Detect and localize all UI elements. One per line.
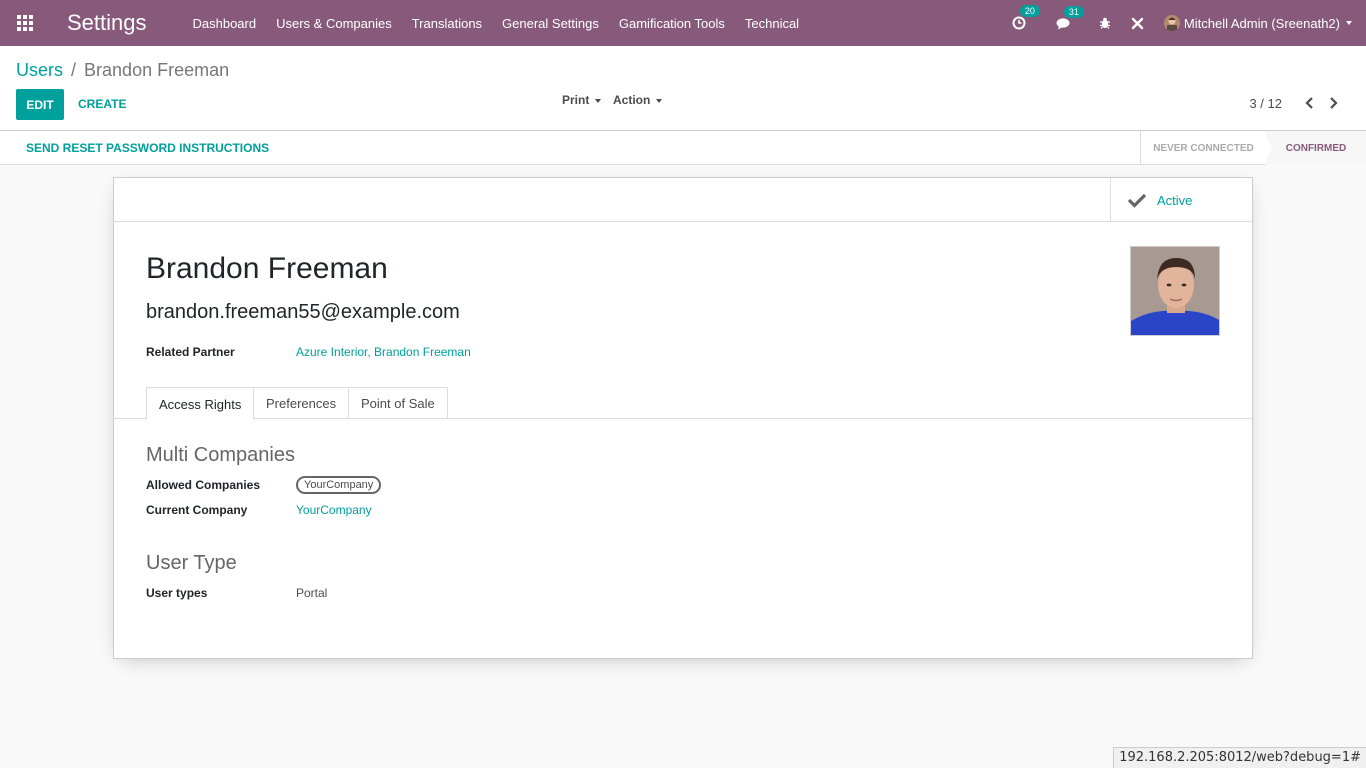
clock-icon	[1012, 16, 1026, 30]
pager: 3 / 12	[1249, 95, 1342, 111]
user-name: Mitchell Admin (Sreenath2)	[1183, 15, 1340, 31]
tab-point-of-sale[interactable]: Point of Sale	[348, 387, 448, 419]
caret-down-icon	[656, 98, 663, 103]
caret-down-icon	[595, 98, 602, 103]
user-type-title: User Type	[146, 552, 237, 574]
user-types-value: Portal	[296, 586, 328, 600]
menu-item-users-companies[interactable]: Users & Companies	[276, 16, 392, 31]
stage-arrow-divider	[1264, 131, 1272, 165]
menu-item-gamification-tools[interactable]: Gamification Tools	[619, 16, 725, 31]
user-photo	[1130, 246, 1220, 336]
breadcrumb: Users / Brandon Freeman	[16, 60, 229, 81]
form-statusbar: SEND RESET PASSWORD INSTRUCTIONS NEVER C…	[0, 131, 1366, 165]
apps-menu-button[interactable]	[0, 0, 50, 46]
related-partner-link[interactable]: Azure Interior, Brandon Freeman	[296, 345, 471, 359]
pager-value[interactable]: 3 / 12	[1249, 96, 1282, 111]
chevron-right-icon	[1329, 97, 1338, 109]
bug-icon	[1099, 17, 1110, 29]
allowed-company-tag[interactable]: YourCompany	[296, 476, 382, 494]
active-label: Active	[1157, 192, 1193, 208]
user-login: brandon.freeman55@example.com	[146, 301, 460, 323]
form-sheet: Active Brandon Freeman brandon.freeman55…	[113, 177, 1253, 659]
button-box: Active	[114, 178, 1252, 222]
chevron-left-icon	[1304, 97, 1313, 109]
status-url-bar: 192.168.2.205:8012/web?debug=1#	[1113, 747, 1366, 768]
activity-count-badge: 20	[1019, 5, 1040, 17]
breadcrumb-current: Brandon Freeman	[84, 60, 230, 80]
print-dropdown[interactable]: Print	[562, 93, 602, 107]
debug-menu[interactable]	[1099, 17, 1111, 29]
notebook-tabs: Access Rights Preferences Point of Sale	[114, 387, 1252, 420]
app-title: Settings	[67, 10, 147, 35]
user-menu[interactable]: Mitchell Admin (Sreenath2)	[1163, 15, 1352, 31]
action-dropdown[interactable]: Action	[613, 93, 663, 107]
related-partner-label: Related Partner	[146, 345, 235, 359]
breadcrumb-separator: /	[71, 60, 77, 80]
create-button[interactable]: CREATE	[78, 97, 126, 111]
messages-menu[interactable]: 31	[1056, 5, 1084, 30]
user-name-title: Brandon Freeman	[146, 252, 388, 285]
apps-grid-icon	[17, 15, 33, 31]
tab-access-rights[interactable]: Access Rights	[146, 387, 255, 420]
user-avatar	[1163, 15, 1180, 31]
check-icon	[1127, 193, 1147, 208]
current-company-link[interactable]: YourCompany	[296, 503, 372, 517]
tools-menu[interactable]	[1131, 17, 1144, 30]
systray: 20 31 Mitchell Admin (Sreenath2)	[1012, 0, 1366, 46]
active-toggle-button[interactable]: Active	[1110, 178, 1252, 222]
tools-icon	[1131, 17, 1144, 29]
breadcrumb-users-link[interactable]: Users	[16, 60, 63, 81]
control-panel: Users / Brandon Freeman EDIT CREATE Prin…	[0, 46, 1366, 131]
send-reset-password-button[interactable]: SEND RESET PASSWORD INSTRUCTIONS	[26, 141, 269, 155]
menu-item-general-settings[interactable]: General Settings	[502, 16, 599, 31]
menu-item-dashboard[interactable]: Dashboard	[193, 16, 257, 31]
stage-confirmed: CONFIRMED	[1266, 131, 1366, 165]
messages-count-badge: 31	[1063, 5, 1084, 18]
pager-previous-button[interactable]	[1300, 95, 1318, 111]
caret-down-icon	[1346, 21, 1352, 25]
pager-next-button[interactable]	[1324, 95, 1342, 111]
main-menu: Dashboard Users & Companies Translations…	[193, 16, 820, 31]
edit-button[interactable]: EDIT	[16, 89, 64, 120]
allowed-companies-label: Allowed Companies	[146, 478, 261, 492]
stage-never-connected: NEVER CONNECTED	[1140, 131, 1266, 165]
user-types-label: User types	[146, 586, 208, 600]
menu-item-technical[interactable]: Technical	[745, 16, 799, 31]
print-label: Print	[562, 93, 590, 107]
multi-companies-title: Multi Companies	[146, 444, 295, 466]
top-navbar: Settings Dashboard Users & Companies Tra…	[0, 0, 1366, 46]
comments-icon	[1056, 17, 1070, 29]
activity-menu[interactable]: 20	[1012, 5, 1040, 30]
menu-item-translations[interactable]: Translations	[412, 16, 482, 31]
tab-preferences[interactable]: Preferences	[253, 387, 350, 419]
action-label: Action	[613, 93, 651, 107]
current-company-label: Current Company	[146, 503, 248, 517]
